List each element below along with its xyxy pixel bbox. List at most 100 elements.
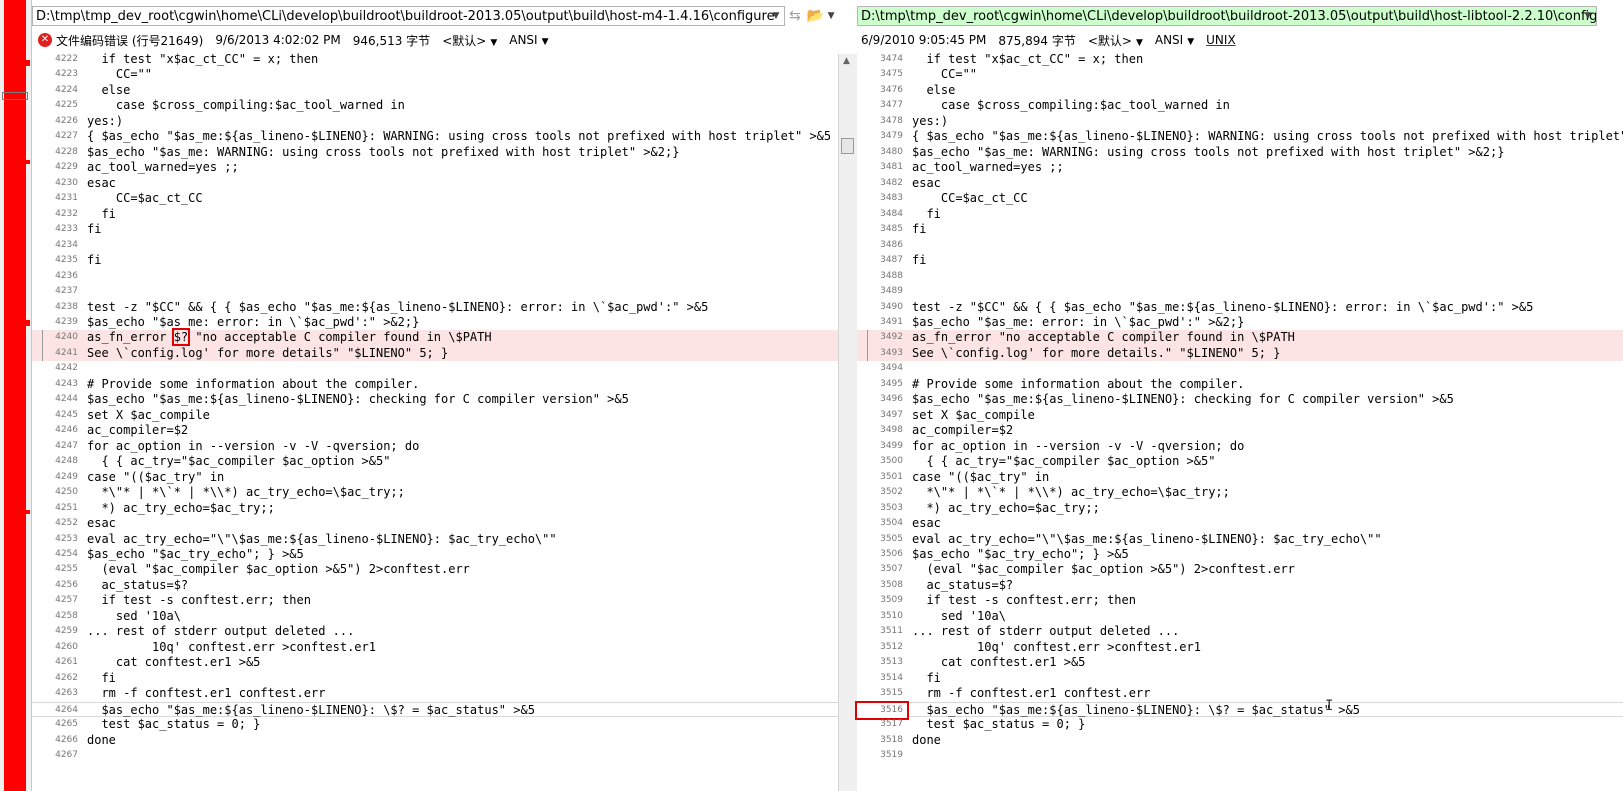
chevron-down-icon[interactable]: ▼: [824, 11, 838, 21]
code-line[interactable]: 4238 test -z "$CC" && { { $as_echo "$as_m…: [32, 300, 838, 315]
code-line[interactable]: 4224 else: [32, 83, 838, 98]
code-line[interactable]: 4267: [32, 748, 838, 763]
charset-dropdown[interactable]: ANSI ▼: [1155, 33, 1194, 47]
code-line[interactable]: 3476 else: [857, 83, 1623, 98]
code-line[interactable]: 4247 for ac_option in --version -v -V -qv…: [32, 439, 838, 454]
code-line[interactable]: 4240 as_fn_error $? "no acceptable C comp…: [32, 328, 838, 347]
right-file-path-input[interactable]: D:\tmp\tmp_dev_root\cgwin\home\CLi\devel…: [857, 6, 1597, 26]
code-line[interactable]: 3487 fi: [857, 253, 1623, 268]
code-line[interactable]: 4233 fi: [32, 222, 838, 237]
code-line[interactable]: 3493 See \`config.log' for more details."…: [857, 345, 1623, 362]
code-line[interactable]: 4253 eval ac_try_echo="\"\$as_me:${as_lin…: [32, 532, 838, 547]
code-line[interactable]: 4241 See \`config.log' for more details" …: [32, 345, 838, 362]
code-line[interactable]: 4227 { $as_echo "$as_me:${as_lineno-$LINE…: [32, 129, 838, 144]
code-line[interactable]: 3481 ac_tool_warned=yes ;;: [857, 160, 1623, 175]
code-line[interactable]: 4229 ac_tool_warned=yes ;;: [32, 160, 838, 175]
code-line[interactable]: 4264 $as_echo "$as_me:${as_lineno-$LINEN…: [32, 701, 838, 718]
code-line[interactable]: 4234: [32, 238, 838, 253]
code-line[interactable]: 3508 ac_status=$?: [857, 578, 1623, 593]
left-vertical-scrollbar[interactable]: ▲: [838, 54, 857, 791]
code-line[interactable]: 3495 # Provide some information about the…: [857, 377, 1623, 392]
code-line[interactable]: 4254 $as_echo "$ac_try_echo"; } >&5: [32, 547, 838, 562]
code-line[interactable]: 3489: [857, 284, 1623, 299]
code-line[interactable]: 4261 cat conftest.er1 >&5: [32, 655, 838, 670]
left-code-view[interactable]: 4222 if test "x$ac_ct_CC" = x; then 4223 …: [32, 52, 838, 764]
code-line[interactable]: 3491 $as_echo "$as_me: error: in \`$ac_pw…: [857, 315, 1623, 330]
code-line[interactable]: 4235 fi: [32, 253, 838, 268]
code-line[interactable]: 3494: [857, 361, 1623, 376]
code-line[interactable]: 3501 case "(($ac_try" in: [857, 470, 1623, 485]
code-line[interactable]: 4252 esac: [32, 516, 838, 531]
code-line[interactable]: 3496 $as_echo "$as_me:${as_lineno-$LINENO…: [857, 392, 1623, 407]
swap-icon[interactable]: ⇆: [789, 8, 801, 24]
code-line[interactable]: 4222 if test "x$ac_ct_CC" = x; then: [32, 52, 838, 67]
code-line[interactable]: 4239 $as_echo "$as_me: error: in \`$ac_pw…: [32, 315, 838, 330]
code-line[interactable]: 3485 fi: [857, 222, 1623, 237]
code-line[interactable]: 3510 sed '10a\: [857, 609, 1623, 624]
code-line[interactable]: 4245 set X $ac_compile: [32, 408, 838, 423]
code-line[interactable]: 4266 done: [32, 733, 838, 748]
code-line[interactable]: 4226 yes:): [32, 114, 838, 129]
code-line[interactable]: 4259 ... rest of stderr output deleted ..…: [32, 624, 838, 639]
code-line[interactable]: 4248 { { ac_try="$ac_compiler $ac_option…: [32, 454, 838, 469]
code-line[interactable]: 4244 $as_echo "$as_me:${as_lineno-$LINENO…: [32, 392, 838, 407]
encoding-default-dropdown[interactable]: <默认> ▼: [1088, 32, 1143, 49]
code-line[interactable]: 4250 *\"* | *\`* | *\\*) ac_try_echo=\$a…: [32, 485, 838, 500]
code-line[interactable]: 3486: [857, 238, 1623, 253]
code-line[interactable]: 4243 # Provide some information about the…: [32, 377, 838, 392]
code-line[interactable]: 4231 CC=$ac_ct_CC: [32, 191, 838, 206]
code-line[interactable]: 4230 esac: [32, 176, 838, 191]
code-line[interactable]: 3482 esac: [857, 176, 1623, 191]
code-line[interactable]: 3507 (eval "$ac_compiler $ac_option >&5"…: [857, 562, 1623, 577]
code-line[interactable]: 4228 $as_echo "$as_me: WARNING: using cro…: [32, 145, 838, 160]
code-line[interactable]: 4256 ac_status=$?: [32, 578, 838, 593]
code-line[interactable]: 4223 CC="": [32, 67, 838, 82]
code-line[interactable]: 4260 10q' conftest.err >conftest.er1: [32, 640, 838, 655]
code-line[interactable]: 3479 { $as_echo "$as_me:${as_lineno-$LINE…: [857, 129, 1623, 144]
left-file-path-input[interactable]: D:\tmp\tmp_dev_root\cgwin\home\CLi\devel…: [32, 6, 786, 26]
code-line[interactable]: 3498 ac_compiler=$2: [857, 423, 1623, 438]
right-code-view[interactable]: 3474 if test "x$ac_ct_CC" = x; then 3475 …: [855, 52, 1623, 764]
code-line[interactable]: 4249 case "(($ac_try" in: [32, 470, 838, 485]
code-line[interactable]: 4265 test $ac_status = 0; }: [32, 717, 838, 732]
chevron-down-icon[interactable]: ▼: [1581, 11, 1595, 21]
code-line[interactable]: 3500 { { ac_try="$ac_compiler $ac_option…: [857, 454, 1623, 469]
code-line[interactable]: 3499 for ac_option in --version -v -V -qv…: [857, 439, 1623, 454]
code-line[interactable]: 3488: [857, 269, 1623, 284]
code-line[interactable]: 3474 if test "x$ac_ct_CC" = x; then: [857, 52, 1623, 67]
code-line[interactable]: 3478 yes:): [857, 114, 1623, 129]
code-line[interactable]: 3518 done: [857, 733, 1623, 748]
code-line[interactable]: 4237: [32, 284, 838, 299]
code-line[interactable]: 3503 *) ac_try_echo=$ac_try;;: [857, 501, 1623, 516]
charset-dropdown[interactable]: ANSI ▼: [509, 33, 548, 47]
location-overview-strip[interactable]: [0, 0, 32, 791]
code-line[interactable]: 4242: [32, 361, 838, 376]
code-line[interactable]: 3517 test $ac_status = 0; }: [857, 717, 1623, 732]
code-line[interactable]: 3483 CC=$ac_ct_CC: [857, 191, 1623, 206]
code-line[interactable]: 3475 CC="": [857, 67, 1623, 82]
code-line[interactable]: 4263 rm -f conftest.er1 conftest.err: [32, 686, 838, 701]
code-line[interactable]: 3497 set X $ac_compile: [857, 408, 1623, 423]
code-line[interactable]: 3480 $as_echo "$as_me: WARNING: using cro…: [857, 145, 1623, 160]
code-line[interactable]: 3513 cat conftest.er1 >&5: [857, 655, 1623, 670]
code-line[interactable]: 3512 10q' conftest.err >conftest.er1: [857, 640, 1623, 655]
scrollbar-thumb[interactable]: [841, 138, 854, 154]
code-line[interactable]: 3504 esac: [857, 516, 1623, 531]
code-line[interactable]: 3516 $as_echo "$as_me:${as_lineno-$LINEN…: [855, 700, 1623, 721]
line-ending-label[interactable]: UNIX: [1206, 33, 1236, 47]
code-line[interactable]: 4258 sed '10a\: [32, 609, 838, 624]
code-line[interactable]: 3509 if test -s conftest.err; then: [857, 593, 1623, 608]
code-line[interactable]: 4257 if test -s conftest.err; then: [32, 593, 838, 608]
code-line[interactable]: 4262 fi: [32, 671, 838, 686]
encoding-default-dropdown[interactable]: <默认> ▼: [442, 32, 497, 49]
code-line[interactable]: 3484 fi: [857, 207, 1623, 222]
code-line[interactable]: 4246 ac_compiler=$2: [32, 423, 838, 438]
code-line[interactable]: 3519: [857, 748, 1623, 763]
scroll-up-icon[interactable]: ▲: [843, 56, 850, 66]
code-line[interactable]: 3511 ... rest of stderr output deleted ..…: [857, 624, 1623, 639]
code-line[interactable]: 3502 *\"* | *\`* | *\\*) ac_try_echo=\$a…: [857, 485, 1623, 500]
open-folder-icon[interactable]: 📂: [807, 8, 824, 24]
code-line[interactable]: 3492 as_fn_error "no acceptable C compile…: [857, 330, 1623, 346]
code-line[interactable]: 3506 $as_echo "$ac_try_echo"; } >&5: [857, 547, 1623, 562]
overview-viewport-indicator[interactable]: [2, 92, 28, 100]
